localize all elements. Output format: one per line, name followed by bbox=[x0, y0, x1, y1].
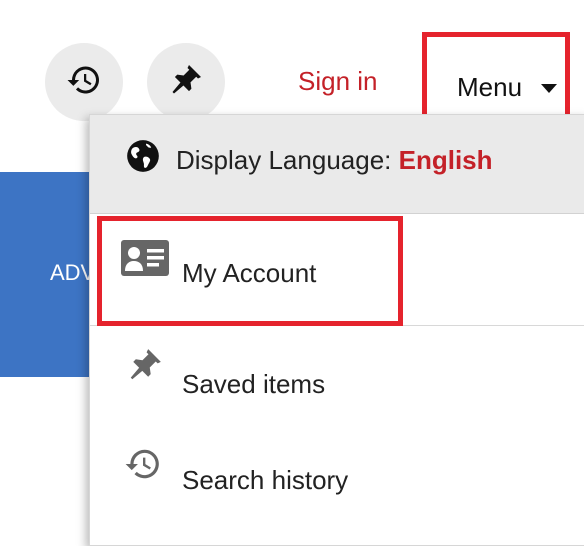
menu-item-my-account[interactable]: My Account bbox=[90, 214, 584, 314]
menu-label: Menu bbox=[457, 72, 523, 102]
menu-item-saved-items[interactable]: Saved items bbox=[90, 326, 584, 426]
display-language-label: Display Language: bbox=[176, 145, 399, 175]
search-history-button[interactable] bbox=[45, 43, 123, 121]
pin-icon bbox=[126, 346, 164, 389]
menu-item-label: Search history bbox=[182, 465, 349, 495]
history-icon bbox=[66, 62, 102, 103]
menu-dropdown: Display Language: English My Account Sav… bbox=[89, 114, 584, 546]
globe-icon bbox=[124, 137, 162, 180]
history-icon bbox=[124, 445, 162, 488]
menu-item-label: My Account bbox=[182, 258, 317, 288]
display-language-item[interactable]: Display Language: English bbox=[90, 115, 584, 214]
account-card-icon bbox=[120, 238, 170, 283]
menu-item-search-history[interactable]: Search history bbox=[90, 423, 584, 523]
display-language-value: English bbox=[398, 145, 493, 175]
caret-down-icon bbox=[541, 84, 557, 93]
sign-in-link[interactable]: Sign in bbox=[298, 66, 378, 97]
menu-button[interactable]: Menu bbox=[422, 32, 570, 125]
pin-icon bbox=[168, 62, 204, 103]
advanced-search-panel[interactable]: ADV bbox=[0, 172, 95, 377]
saved-items-button[interactable] bbox=[147, 43, 225, 121]
display-language-text: Display Language: English bbox=[176, 145, 493, 176]
menu-item-label: Saved items bbox=[182, 369, 326, 399]
